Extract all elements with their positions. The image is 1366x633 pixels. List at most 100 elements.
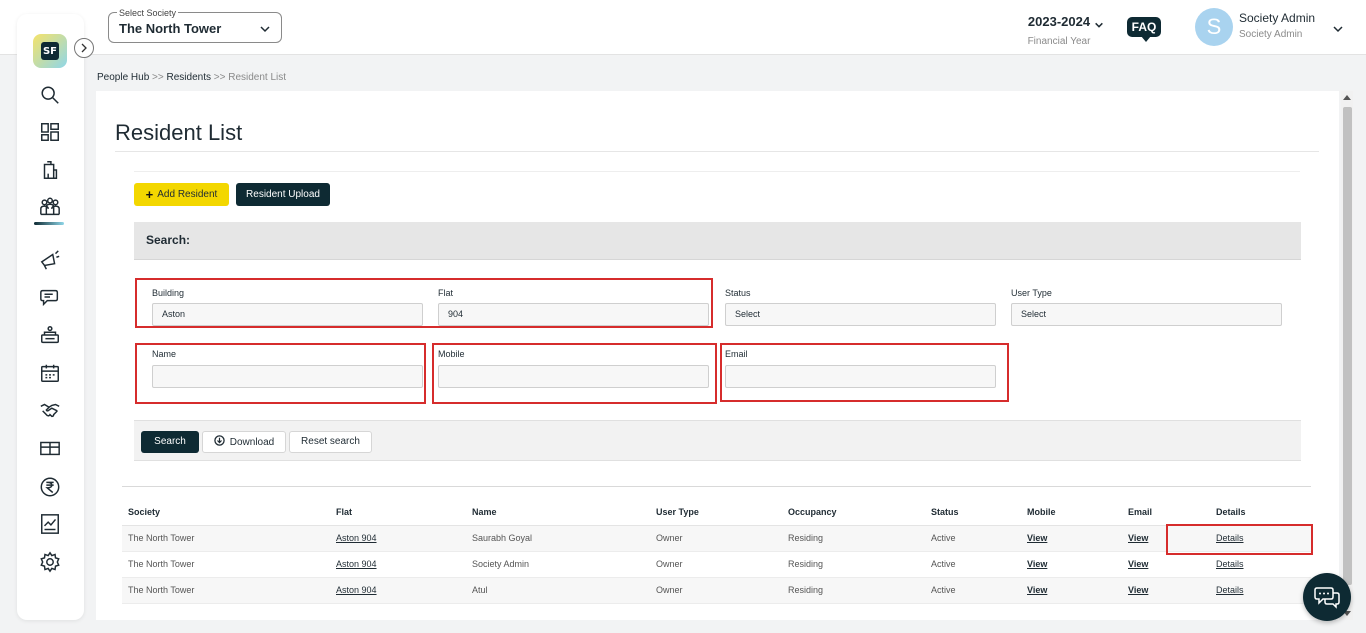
divider [115, 151, 1319, 152]
calendar-icon[interactable] [38, 361, 62, 385]
page-title: Resident List [115, 120, 243, 145]
status-label: Status [725, 288, 751, 298]
cell-society: The North Tower [122, 551, 330, 578]
breadcrumb-separator: >> [213, 72, 226, 83]
flat-link[interactable]: Aston 904 [336, 559, 377, 569]
chevron-right-icon [81, 43, 87, 53]
cell-status: Active [925, 577, 1021, 604]
mobile-view-link[interactable]: View [1027, 585, 1047, 595]
resident-upload-button[interactable]: Resident Upload [236, 183, 330, 206]
highlight-building-flat [135, 278, 713, 328]
support-chat-button[interactable] [1303, 573, 1351, 621]
rupee-icon[interactable] [38, 475, 62, 499]
flat-link[interactable]: Aston 904 [336, 585, 377, 595]
breadcrumb-residents[interactable]: Residents [167, 72, 211, 83]
reset-search-button[interactable]: Reset search [289, 431, 372, 453]
status-select[interactable]: Select [725, 303, 996, 326]
search-section-header: Search: [134, 222, 1301, 260]
financial-year-select[interactable]: 2023-2024 Financial Year [1014, 14, 1104, 47]
scroll-thumb[interactable] [1343, 107, 1352, 585]
chevron-down-icon [1094, 17, 1104, 35]
highlight-mobile [432, 343, 717, 404]
chevron-down-icon [259, 22, 271, 40]
sidebar: SF [17, 14, 84, 620]
financial-year-label: Financial Year [1027, 36, 1091, 47]
handshake-icon[interactable] [38, 398, 62, 422]
download-button[interactable]: Download [202, 431, 286, 453]
user-type-label: User Type [1011, 288, 1052, 298]
mobile-view-link[interactable]: View [1027, 533, 1047, 543]
sidebar-expand-button[interactable] [74, 38, 94, 58]
column-header-email: Email [1122, 500, 1210, 526]
email-view-link[interactable]: View [1128, 585, 1148, 595]
email-view-link[interactable]: View [1128, 533, 1148, 543]
column-header-status: Status [925, 500, 1021, 526]
add-resident-button[interactable]: + Add Resident [134, 183, 229, 206]
breadcrumb-people-hub[interactable]: People Hub [97, 72, 149, 83]
report-icon[interactable] [38, 512, 62, 536]
search-heading: Search: [146, 233, 191, 247]
scroll-up-arrow-icon[interactable] [1343, 95, 1351, 100]
details-link[interactable]: Details [1216, 559, 1244, 569]
email-view-link[interactable]: View [1128, 559, 1148, 569]
parcel-icon[interactable] [38, 436, 62, 460]
society-select-label: Select Society [117, 8, 179, 18]
society-select-value: The North Tower [119, 21, 222, 36]
mobile-view-link[interactable]: View [1027, 559, 1047, 569]
table-row: The North Tower Aston 904 Society Admin … [122, 551, 1311, 578]
cell-status: Active [925, 551, 1021, 578]
faq-button[interactable]: FAQ [1127, 17, 1161, 42]
search-icon[interactable] [38, 83, 62, 107]
chat-bubble-icon [1314, 587, 1340, 609]
column-header-name: Name [466, 500, 650, 526]
society-select[interactable]: Select Society The North Tower [108, 8, 282, 43]
building-icon[interactable] [38, 158, 62, 182]
dashboard-icon[interactable] [38, 120, 62, 144]
cell-society: The North Tower [122, 525, 330, 552]
cell-occupancy: Residing [782, 577, 925, 604]
add-resident-label: Add Resident [157, 189, 218, 200]
cell-user-type: Owner [650, 577, 782, 604]
column-header-occupancy: Occupancy [782, 500, 925, 526]
cell-society: The North Tower [122, 577, 330, 604]
divider [134, 171, 1300, 172]
cell-name: Atul [466, 577, 650, 604]
logo-mark: SF [41, 42, 59, 60]
main-panel: Resident List + Add Resident Resident Up… [96, 91, 1339, 620]
divider [122, 486, 1311, 487]
top-header: Select Society The North Tower 2023-2024… [0, 0, 1366, 55]
avatar[interactable]: S [1195, 8, 1233, 46]
table-header-row: Society Flat Name User Type Occupancy St… [122, 500, 1311, 526]
column-header-user-type: User Type [650, 500, 782, 526]
page-scrollbar[interactable] [1341, 91, 1353, 620]
flat-link[interactable]: Aston 904 [336, 533, 377, 543]
user-name[interactable]: Society Admin [1239, 11, 1315, 25]
resident-table: Society Flat Name User Type Occupancy St… [122, 500, 1311, 604]
table-row: The North Tower Aston 904 Saurabh Goyal … [122, 525, 1311, 552]
column-header-flat: Flat [330, 500, 466, 526]
user-type-select[interactable]: Select [1011, 303, 1282, 326]
amenities-icon[interactable] [38, 323, 62, 347]
user-role: Society Admin [1239, 29, 1303, 40]
details-link[interactable]: Details [1216, 585, 1244, 595]
user-menu-chevron-icon[interactable] [1332, 22, 1344, 40]
settings-icon[interactable] [38, 550, 62, 574]
table-row: The North Tower Aston 904 Atul Owner Res… [122, 577, 1311, 604]
cell-occupancy: Residing [782, 525, 925, 552]
cell-user-type: Owner [650, 525, 782, 552]
chat-icon[interactable] [38, 285, 62, 309]
people-icon[interactable] [38, 195, 62, 219]
search-button[interactable]: Search [141, 431, 199, 453]
search-actions: Search Download Reset search [134, 420, 1301, 461]
highlight-details [1166, 524, 1313, 555]
app-logo[interactable]: SF [33, 34, 67, 68]
sidebar-active-indicator [34, 222, 64, 225]
column-header-details: Details [1210, 500, 1311, 526]
announcement-icon[interactable] [38, 248, 62, 272]
cell-occupancy: Residing [782, 551, 925, 578]
financial-year-value: 2023-2024 [1027, 14, 1091, 29]
highlight-name [135, 343, 426, 404]
column-header-society: Society [122, 500, 330, 526]
breadcrumb-current: Resident List [228, 72, 287, 83]
cell-name: Saurabh Goyal [466, 525, 650, 552]
